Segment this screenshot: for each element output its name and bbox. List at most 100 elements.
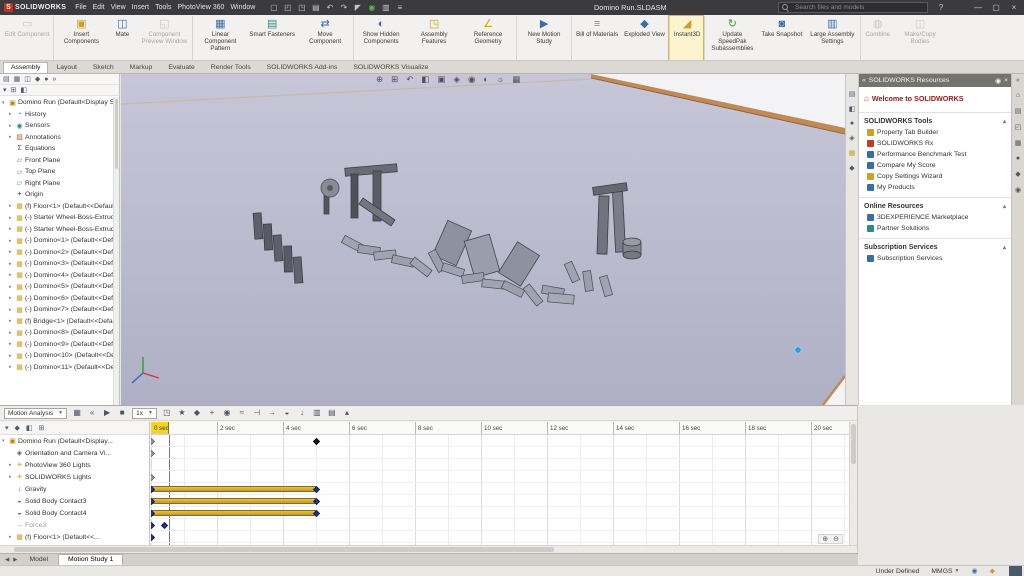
spring-icon[interactable]: ≈ <box>236 406 248 420</box>
graphics-viewport[interactable]: ⊕⊞↶◧▣◈◉◐☼▦ <box>121 74 845 405</box>
scrollbar-thumb[interactable] <box>115 99 118 169</box>
tree-item[interactable]: ▸ (-) Domino<6> (Default<<Defa... <box>0 293 113 305</box>
viewport-3d-scene[interactable] <box>121 74 845 405</box>
section-view-icon[interactable]: ◧ <box>421 74 429 85</box>
collapse-taskpane-icon[interactable]: « <box>1016 77 1020 84</box>
tree-overflow-icon[interactable]: » <box>53 74 57 85</box>
custom-properties-tab-icon[interactable]: ◆ <box>1015 170 1020 178</box>
design-library-tab-icon[interactable]: ▤ <box>1015 107 1022 115</box>
motion-tree-item[interactable]: Gravity <box>0 483 149 495</box>
timeline-change-bar[interactable] <box>151 486 316 492</box>
motion-tree-item[interactable]: Force3 <box>0 519 149 531</box>
timeline-lane[interactable] <box>151 507 849 519</box>
performance-benchmark-test-link[interactable]: Performance Benchmark Test <box>859 149 1011 160</box>
tree-item[interactable]: ▸ History <box>0 109 113 121</box>
animation-wizard-icon[interactable]: ★ <box>176 406 188 420</box>
compare-my-score-link[interactable]: Compare My Score <box>859 160 1011 171</box>
scrollbar-thumb[interactable] <box>851 424 856 464</box>
select-icon[interactable]: ◤ <box>352 0 363 15</box>
edit-component-button[interactable]: ▭ Edit Component <box>2 16 52 60</box>
motion-tree-item[interactable]: ▸ (f) Floor<1> (Default<<... <box>0 531 149 543</box>
rebuild-icon[interactable]: ◉ <box>366 0 377 15</box>
gravity-icon[interactable]: ↓ <box>296 406 308 420</box>
timeline-keypoint[interactable] <box>151 521 155 528</box>
tree-item[interactable]: ▾ Domino Run (Default<Display Stat... <box>0 97 113 109</box>
filter-animated-icon[interactable]: ◆ <box>15 424 20 432</box>
tree-item[interactable]: ▸ (-) Starter Wheel-Boss-Extrude1... <box>0 224 113 236</box>
search-input[interactable] <box>793 3 911 12</box>
new-file-icon[interactable]: ▢ <box>268 0 279 15</box>
3dexperience-marketplace-link[interactable]: 3DEXPERIENCE Marketplace <box>859 212 1011 223</box>
tree-item[interactable]: ▸ (-) Domino<5> (Default<<Defa... <box>0 281 113 293</box>
save-animation-icon[interactable]: ◳ <box>161 406 173 420</box>
display-style-icon[interactable]: ◈ <box>453 74 460 85</box>
view-palette-tab-icon[interactable]: ▦ <box>1015 139 1022 147</box>
options-icon[interactable]: ≡ <box>394 0 405 15</box>
calculate-icon[interactable]: ▦ <box>71 406 83 420</box>
force-icon[interactable]: → <box>266 406 278 420</box>
tree-item[interactable]: ▸ (f) Bridge<1> (Default<<Default... <box>0 316 113 328</box>
save-icon[interactable]: ◳ <box>296 0 307 15</box>
scroll-tabs-right-icon[interactable]: ▶ <box>11 557 19 565</box>
edit-appearance-icon[interactable]: ◐ <box>483 74 488 85</box>
tree-item[interactable]: Equations <box>0 143 113 155</box>
tree-item[interactable]: ▸ (-) Domino<10> (Default<<Def... <box>0 350 113 362</box>
play-from-start-icon[interactable]: « <box>86 406 98 420</box>
smart-fasteners-button[interactable]: ▤ Smart Fasteners <box>246 16 298 60</box>
file-properties-icon[interactable]: ▥ <box>380 0 391 15</box>
timeline-keypoint[interactable] <box>151 437 155 444</box>
file-explorer-tab-icon[interactable]: ◰ <box>1015 123 1022 131</box>
menu-edit[interactable]: Edit <box>90 4 108 11</box>
maximize-button[interactable]: ▢ <box>987 0 1005 15</box>
pin-icon[interactable]: ◉ <box>995 77 1001 85</box>
scrollbar-thumb[interactable] <box>14 547 554 552</box>
take-snapshot-button[interactable]: ◙ Take Snapshot <box>758 16 805 60</box>
tree-item[interactable]: ▸ (-) Domino<8> (Default<<Defa... <box>0 327 113 339</box>
mate-button[interactable]: ◫ Mate <box>107 16 137 60</box>
add-key-icon[interactable]: + <box>206 406 218 420</box>
contact-icon[interactable]: ◒ <box>281 406 293 420</box>
reference-geometry-button[interactable]: ∠ Reference Geometry <box>461 16 515 60</box>
motion-filter-icon[interactable]: ▾ <box>5 424 9 432</box>
tab-render-tools[interactable]: Render Tools <box>203 62 259 73</box>
play-icon[interactable]: ▶ <box>101 406 113 420</box>
combine-button[interactable]: ◍ Combine <box>860 16 893 60</box>
timeline-lane[interactable] <box>151 459 849 471</box>
show-display-pane-icon[interactable]: ◧ <box>20 85 27 96</box>
timeline-horizontal-scrollbar[interactable] <box>0 545 857 553</box>
hide-show-items-icon[interactable]: ◉ <box>468 74 475 85</box>
tree-item[interactable]: Front Plane <box>0 155 113 167</box>
menu-insert[interactable]: Insert <box>129 4 153 11</box>
tab-model[interactable]: Model <box>19 554 58 565</box>
redo-icon[interactable]: ↷ <box>338 0 349 15</box>
scroll-tabs-left-icon[interactable]: ◀ <box>3 557 11 565</box>
timeline-lane[interactable] <box>151 483 849 495</box>
exploded-view-button[interactable]: ◆ Exploded View <box>621 16 668 60</box>
displaymanager-icon[interactable]: ● <box>44 74 48 85</box>
design-library-icon[interactable]: ▦ <box>849 149 856 157</box>
collapse-pane-icon[interactable]: « <box>862 77 866 84</box>
study-type-dropdown[interactable]: Motion Analysis ▼ <box>4 408 67 419</box>
tree-item[interactable]: ▸ (-) Domino<9> (Default<<Defa... <box>0 339 113 351</box>
propertymanager-icon[interactable]: ▦ <box>14 74 21 85</box>
insert-components-button[interactable]: ▣ Insert Components <box>53 16 107 60</box>
tree-item[interactable]: ▸ (-) Domino<7> (Default<<Defa... <box>0 304 113 316</box>
close-icon[interactable]: × <box>1004 77 1008 84</box>
motion-tree-item[interactable]: Solid Body Contact3 <box>0 495 149 507</box>
make-copy-bodies-button[interactable]: ◫ Make/Copy Bodies <box>893 16 947 60</box>
apply-scene-icon[interactable]: ☼ <box>497 74 505 85</box>
motion-tree-item[interactable]: ▾ Domino Run (Default<Display... <box>0 435 149 447</box>
tab-motion-study-1[interactable]: Motion Study 1 <box>58 554 123 565</box>
partner-solutions-link[interactable]: Partner Solutions <box>859 223 1011 234</box>
tree-display-options-icon[interactable]: ⊞ <box>11 85 17 96</box>
damper-icon[interactable]: ⊣ <box>251 406 263 420</box>
timeline-change-bar[interactable] <box>151 510 316 516</box>
update-speedpak-subassemblies-button[interactable]: ↻ Update SpeedPak Subassemblies <box>704 16 758 60</box>
playback-speed-dropdown[interactable]: 1x ▼ <box>132 408 157 419</box>
appearance-icon[interactable]: ● <box>850 120 854 127</box>
timeline-change-bar[interactable] <box>151 498 316 504</box>
timeline-keypoint[interactable] <box>313 485 320 492</box>
motor-icon[interactable]: ◉ <box>221 406 233 420</box>
timeline-lanes[interactable] <box>151 435 849 545</box>
motion-tree-item[interactable]: ▸ SOLIDWORKS Lights <box>0 471 149 483</box>
